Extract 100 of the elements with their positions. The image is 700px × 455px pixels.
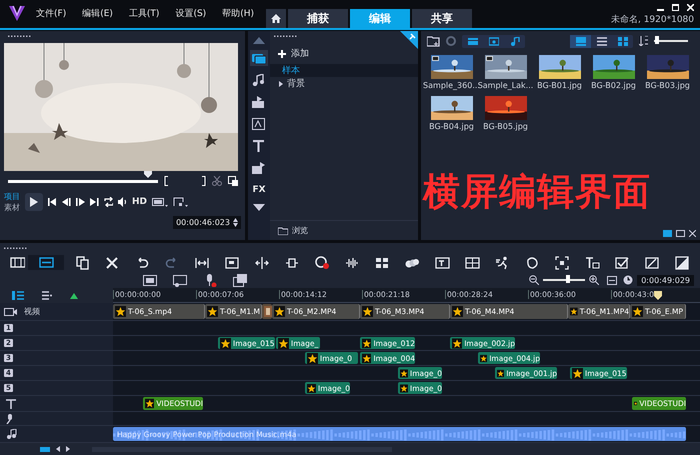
view-mode-button[interactable]	[570, 34, 591, 48]
running-figure-icon[interactable]	[494, 256, 510, 270]
audio-wave-icon[interactable]	[344, 256, 360, 270]
playhead-marker[interactable]	[654, 291, 662, 300]
tab[interactable]: 共享	[412, 9, 472, 28]
home-tab[interactable]	[266, 9, 286, 28]
category-tab[interactable]	[250, 116, 268, 132]
plus-icon[interactable]	[278, 50, 286, 58]
drag-handle-icon[interactable]	[4, 245, 28, 251]
screen-capture-icon[interactable]	[173, 274, 187, 286]
volume-icon[interactable]	[118, 197, 127, 207]
fade-icon[interactable]	[674, 256, 690, 270]
media-icon	[252, 52, 266, 64]
image-edit-icon[interactable]	[644, 256, 660, 270]
mark-in-icon[interactable]	[164, 176, 169, 186]
step-back-icon[interactable]	[62, 197, 71, 207]
mode-option[interactable]: 项目	[4, 191, 20, 202]
add-label[interactable]: 添加	[291, 47, 309, 60]
film-strip-icon[interactable]	[10, 256, 25, 270]
tab[interactable]: 捕获	[288, 9, 348, 28]
frame-icon[interactable]	[224, 256, 240, 270]
maximize-icon[interactable]	[672, 4, 679, 11]
scroll-up-icon[interactable]	[253, 37, 265, 44]
media-thumbnail[interactable]: BG-B04.jpg	[425, 94, 478, 133]
title-icon[interactable]	[434, 256, 450, 270]
zoom-in-icon[interactable]	[589, 275, 600, 285]
text-3d-icon[interactable]	[584, 256, 600, 270]
drag-handle-icon[interactable]	[274, 33, 298, 39]
media-thumbnail[interactable]: BG-B01.jpg	[533, 53, 586, 92]
timecode-field[interactable]: 00:00:46:023	[173, 216, 241, 229]
track-manager-icon[interactable]	[12, 291, 24, 300]
multicam-icon[interactable]	[374, 256, 390, 270]
menu-item[interactable]: 文件(F)	[36, 7, 66, 20]
scroll-down-icon[interactable]	[253, 204, 265, 211]
media-thumbnail[interactable]: Sample_360...	[425, 53, 478, 92]
snapshot-icon[interactable]	[228, 176, 238, 186]
split-screen-icon[interactable]	[464, 256, 480, 270]
zoom-out-icon[interactable]	[529, 275, 540, 285]
mode-option[interactable]: 素材	[4, 202, 20, 213]
checklist-icon[interactable]	[614, 256, 630, 270]
media-thumbnail[interactable]: Sample_Lak...	[479, 53, 532, 92]
skip-start-icon[interactable]	[48, 197, 57, 207]
mask-icon[interactable]	[524, 256, 540, 270]
stretch-icon[interactable]	[284, 256, 300, 270]
folder-icon[interactable]	[278, 226, 288, 234]
music-track-icon[interactable]	[4, 429, 18, 439]
title-track-icon[interactable]	[4, 398, 18, 408]
home-icon	[271, 14, 281, 23]
fx-tab[interactable]: FX	[250, 182, 268, 198]
timeline-view-button[interactable]	[28, 255, 64, 270]
fit-width-icon[interactable]	[194, 256, 210, 270]
play-button[interactable]	[25, 193, 43, 211]
disc-icon[interactable]	[446, 36, 456, 46]
gif-record-icon[interactable]	[143, 274, 157, 286]
text-box-icon	[252, 118, 266, 130]
drag-handle-icon[interactable]	[8, 33, 32, 39]
media-thumbnail[interactable]: BG-B02.jpg	[587, 53, 640, 92]
sort-icon[interactable]	[639, 36, 648, 46]
collapse-icon[interactable]	[676, 230, 685, 237]
clip-thumbnail[interactable]	[262, 304, 272, 319]
aspect-ratio-icon[interactable]	[152, 197, 168, 207]
video-badge-icon	[432, 56, 438, 61]
menu-item[interactable]: 设置(S)	[175, 7, 206, 20]
menu-item[interactable]: 编辑(E)	[82, 7, 113, 20]
folder-item[interactable]: 背景	[270, 77, 418, 90]
menu-item[interactable]: 工具(T)	[128, 7, 160, 20]
repeat-icon[interactable]	[104, 197, 113, 207]
slider-thumb[interactable]	[654, 36, 659, 44]
slider-thumb[interactable]	[566, 275, 570, 283]
clock-icon[interactable]	[623, 275, 634, 285]
browse-label[interactable]: 浏览	[292, 225, 308, 236]
camera-icon[interactable]	[233, 274, 247, 286]
category-tab[interactable]	[250, 50, 268, 66]
scroll-right-icon[interactable]	[66, 446, 70, 452]
step-forward-icon[interactable]	[76, 197, 85, 207]
add-marker-icon[interactable]	[70, 292, 80, 299]
close-panel-icon[interactable]	[689, 230, 696, 237]
media-thumbnail[interactable]: BG-B03.jpg	[641, 53, 694, 92]
record-icon[interactable]	[314, 256, 330, 270]
close-icon[interactable]	[687, 4, 694, 11]
hd-toggle[interactable]: HD	[132, 197, 148, 207]
spinner-icon[interactable]	[233, 218, 238, 227]
menu-item[interactable]: 帮助(H)	[222, 7, 254, 20]
chapter-list-icon[interactable]	[42, 291, 52, 300]
expand-arrow-icon[interactable]	[278, 80, 284, 86]
mark-out-icon[interactable]	[201, 176, 206, 186]
copy-icon[interactable]	[74, 256, 90, 270]
tools-icon[interactable]	[104, 256, 120, 270]
folder-import-icon[interactable]	[427, 36, 440, 46]
pin-corner-icon[interactable]	[400, 31, 418, 49]
folder-item[interactable]: 样本	[270, 64, 418, 77]
tracking-icon[interactable]	[554, 256, 570, 270]
skip-end-icon[interactable]	[90, 197, 99, 207]
media-thumbnail[interactable]: BG-B05.jpg	[479, 94, 532, 133]
crop-dropdown-icon[interactable]	[173, 197, 190, 207]
video-track-icon[interactable]	[4, 306, 18, 316]
fit-timeline-icon[interactable]	[607, 276, 618, 284]
scroll-left-icon[interactable]	[56, 446, 60, 452]
split-icon[interactable]	[254, 256, 270, 270]
scissors-icon[interactable]	[212, 176, 222, 186]
